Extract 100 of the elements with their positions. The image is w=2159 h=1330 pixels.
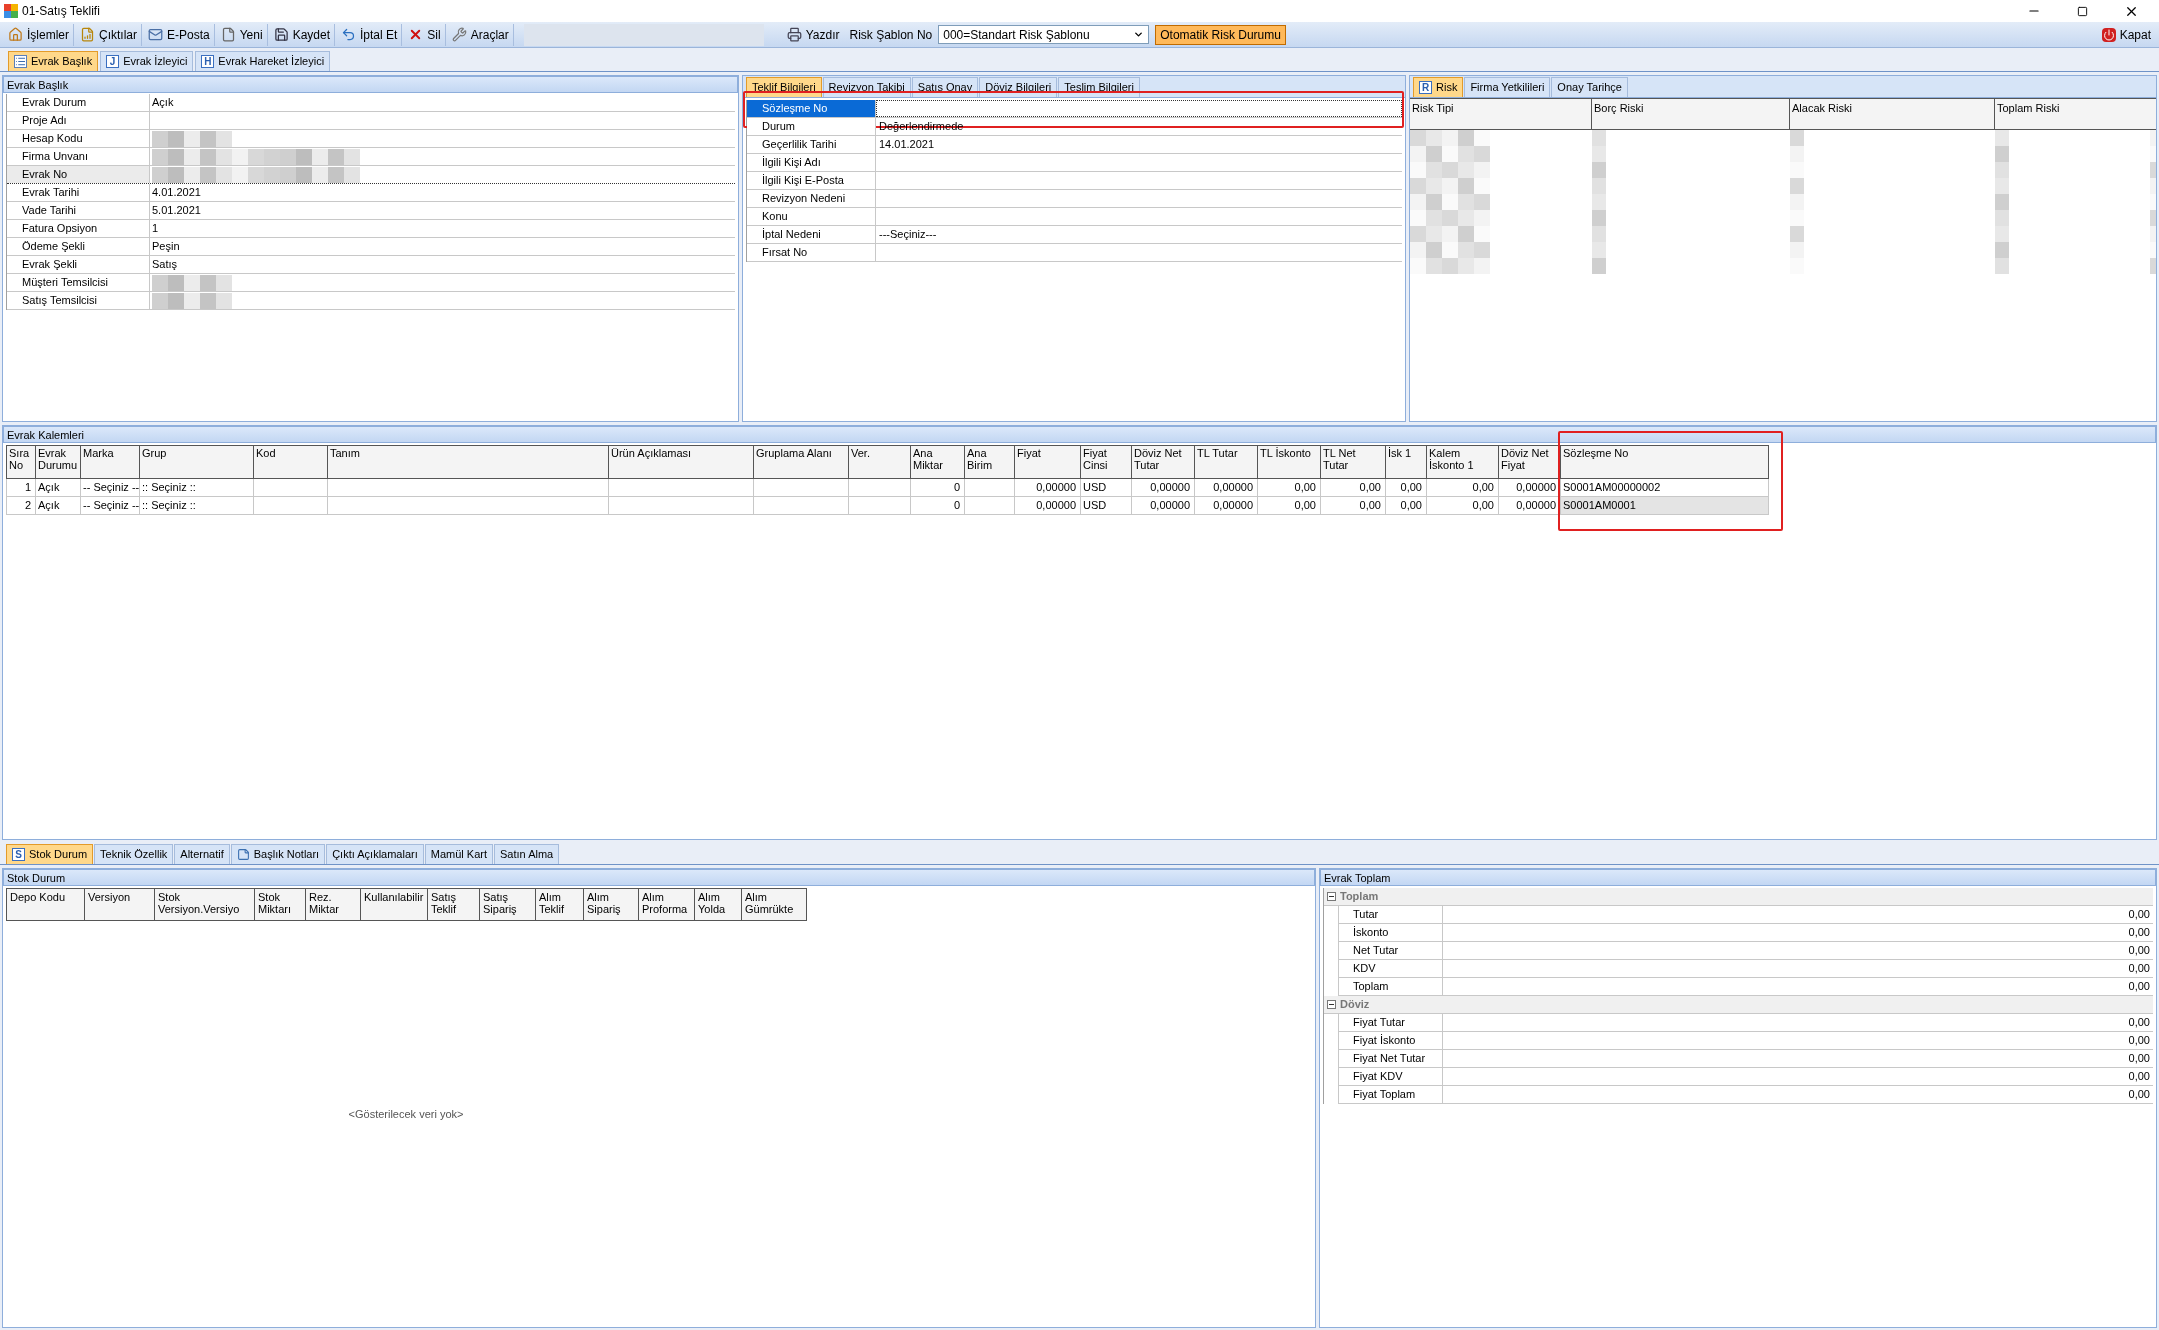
tab[interactable]: Başlık Notları bbox=[230, 844, 326, 864]
column-header[interactable]: Toplam Riski bbox=[1995, 98, 2156, 129]
column-header[interactable]: Stok Versiyon.Versiyo bbox=[155, 888, 255, 921]
field-value[interactable]: 0,00 bbox=[1443, 1032, 2153, 1049]
toolbar-button[interactable]: Sil bbox=[404, 23, 446, 46]
tab[interactable]: Satış Onay bbox=[911, 77, 979, 97]
column-header[interactable]: Ürün Açıklaması bbox=[609, 445, 754, 479]
field-value[interactable]: 5.01.2021 bbox=[152, 202, 201, 219]
toolbar-button[interactable]: İşlemler bbox=[4, 23, 74, 46]
tab[interactable]: Döviz Bilgileri bbox=[979, 77, 1058, 97]
field-value[interactable]: 4.01.2021 bbox=[152, 184, 201, 201]
column-header[interactable]: Risk Tipi bbox=[1410, 98, 1592, 129]
tab[interactable]: Teklif Bilgileri bbox=[746, 77, 822, 97]
field-value[interactable]: 0,00 bbox=[1443, 942, 2153, 959]
toolbar-button[interactable]: İptal Et bbox=[337, 23, 403, 46]
wrench-icon bbox=[451, 27, 467, 42]
column-header[interactable]: Alım Gümrükte bbox=[742, 888, 807, 921]
field-value[interactable]: 0,00 bbox=[1443, 924, 2153, 941]
column-header[interactable]: Döviz Net Tutar bbox=[1132, 445, 1195, 479]
risk-template-dropdown[interactable]: 000=Standart Risk Şablonu bbox=[938, 25, 1150, 44]
tab[interactable]: Firma Yetkilileri bbox=[1464, 77, 1551, 97]
column-header[interactable]: Borç Riski bbox=[1592, 98, 1790, 129]
toolbar-button[interactable]: Yeni bbox=[216, 23, 268, 46]
column-header[interactable]: Versiyon bbox=[85, 888, 155, 921]
column-header[interactable]: Alım Yolda bbox=[695, 888, 742, 921]
column-header[interactable]: Alım Sipariş bbox=[584, 888, 639, 921]
column-header[interactable]: Fiyat bbox=[1015, 445, 1081, 479]
column-header[interactable]: Satış Teklif bbox=[428, 888, 480, 921]
tab[interactable]: Satın Alma bbox=[494, 844, 560, 864]
tab[interactable]: Teknik Özellik bbox=[94, 844, 174, 864]
column-header[interactable]: Grup bbox=[140, 445, 254, 479]
column-header[interactable]: İsk 1 bbox=[1386, 445, 1427, 479]
column-header[interactable]: Kullanılabilir bbox=[361, 888, 428, 921]
field-value[interactable]: 14.01.2021 bbox=[879, 138, 935, 150]
field-value[interactable]: Açık bbox=[152, 94, 174, 111]
app-icon bbox=[4, 4, 18, 18]
print-button[interactable]: Yazdır bbox=[782, 23, 844, 46]
tab[interactable]: J Evrak İzleyici bbox=[100, 51, 194, 71]
field-value[interactable]: 0,00 bbox=[1443, 1050, 2153, 1067]
field-label: Tutar bbox=[1339, 906, 1443, 923]
tab[interactable]: Mamül Kart bbox=[424, 844, 493, 864]
toolbar-button[interactable]: Kaydet bbox=[269, 23, 335, 46]
column-header[interactable]: TL Net Tutar bbox=[1321, 445, 1386, 479]
column-header[interactable]: Stok Miktarı bbox=[255, 888, 306, 921]
tab[interactable]: Teslim Bilgileri bbox=[1058, 77, 1140, 97]
close-button[interactable]: Kapat bbox=[2097, 23, 2155, 46]
field-value[interactable]: Peşin bbox=[152, 238, 180, 255]
column-header[interactable]: Evrak Durumu bbox=[36, 445, 81, 479]
tab[interactable]: Revizyon Takibi bbox=[822, 77, 911, 97]
tab[interactable]: H Evrak Hareket İzleyici bbox=[195, 51, 331, 71]
column-header[interactable]: TL Tutar bbox=[1195, 445, 1258, 479]
collapse-toggle[interactable] bbox=[1327, 1000, 1336, 1009]
field-value[interactable]: 0,00 bbox=[1443, 1014, 2153, 1031]
letter-icon: S bbox=[12, 848, 25, 861]
column-header[interactable]: Sıra No bbox=[6, 445, 36, 479]
restore-icon[interactable] bbox=[2077, 5, 2088, 17]
toolbar-button[interactable]: E-Posta bbox=[144, 23, 215, 46]
column-header[interactable]: Tanım bbox=[328, 445, 609, 479]
field-value[interactable]: 1 bbox=[152, 220, 159, 237]
column-header[interactable]: Döviz Net Fiyat bbox=[1499, 445, 1561, 479]
table-cell: Açık bbox=[36, 497, 81, 515]
field-value[interactable]: 0,00 bbox=[1443, 978, 2153, 995]
column-header[interactable]: Rez. Miktar bbox=[306, 888, 361, 921]
column-header[interactable]: Ana Miktar bbox=[911, 445, 965, 479]
note-icon bbox=[236, 848, 250, 861]
field-value[interactable]: 0,00 bbox=[1443, 906, 2153, 923]
column-header[interactable]: Gruplama Alanı bbox=[754, 445, 849, 479]
column-header[interactable]: Alacak Riski bbox=[1790, 98, 1995, 129]
tab[interactable]: R Risk bbox=[1413, 77, 1464, 97]
field-value[interactable]: 0,00 bbox=[1443, 960, 2153, 977]
column-header[interactable]: Ana Birim bbox=[965, 445, 1015, 479]
column-header[interactable]: TL İskonto bbox=[1258, 445, 1321, 479]
tab[interactable]: S Stok Durum bbox=[6, 844, 94, 864]
auto-risk-button[interactable]: Otomatik Risk Durumu bbox=[1155, 24, 1286, 45]
field-value[interactable]: Satış bbox=[152, 256, 178, 273]
column-header[interactable]: Alım Teklif bbox=[536, 888, 584, 921]
column-header[interactable]: Fiyat Cinsi bbox=[1081, 445, 1132, 479]
column-header[interactable]: Alım Proforma bbox=[639, 888, 695, 921]
column-header[interactable]: Depo Kodu bbox=[6, 888, 85, 921]
column-header[interactable]: Ver. bbox=[849, 445, 911, 479]
column-header[interactable]: Marka bbox=[81, 445, 140, 479]
field-value[interactable]: ---Seçiniz--- bbox=[879, 228, 937, 240]
tab[interactable]: Onay Tarihçe bbox=[1551, 77, 1628, 97]
column-header[interactable]: Kod bbox=[254, 445, 328, 479]
mail-icon bbox=[148, 27, 164, 42]
tab[interactable]: Alternatif bbox=[174, 844, 230, 864]
letter-icon: J bbox=[106, 55, 120, 68]
tab[interactable]: Evrak Başlık bbox=[8, 51, 99, 71]
column-header[interactable]: Kalem İskonto 1 bbox=[1427, 445, 1499, 479]
column-header[interactable]: Satış Sipariş bbox=[480, 888, 536, 921]
undo-icon bbox=[341, 27, 356, 42]
field-value[interactable]: 0,00 bbox=[1443, 1086, 2153, 1103]
tab[interactable]: Çıktı Açıklamaları bbox=[326, 844, 424, 864]
column-header[interactable]: Sözleşme No bbox=[1561, 445, 1769, 479]
toolbar-button[interactable]: Çıktılar bbox=[76, 23, 143, 46]
collapse-toggle[interactable] bbox=[1327, 892, 1336, 901]
toolbar-button[interactable]: Araçlar bbox=[447, 23, 514, 46]
field-value[interactable]: 0,00 bbox=[1443, 1068, 2153, 1085]
field-label: Fiyat Net Tutar bbox=[1339, 1050, 1443, 1067]
file-icon bbox=[220, 27, 236, 42]
